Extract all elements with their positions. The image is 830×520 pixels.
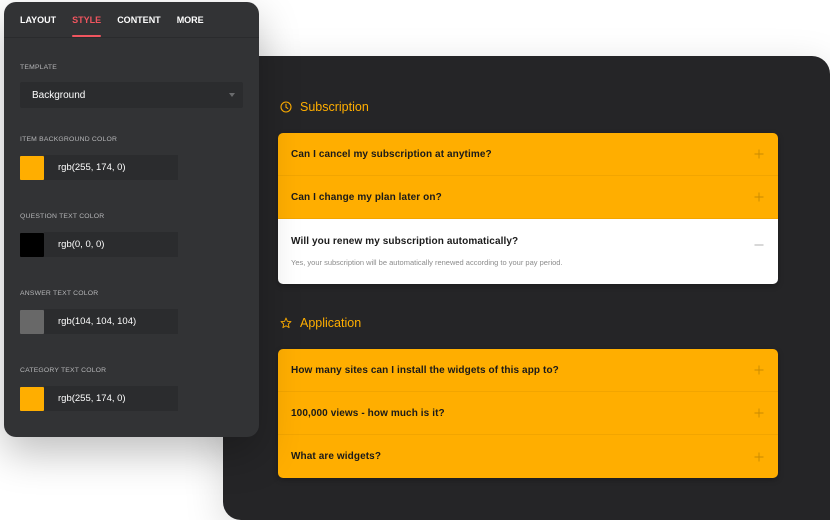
category-heading-subscription: Subscription — [280, 100, 369, 114]
plus-icon[interactable] — [754, 192, 764, 202]
color-swatch[interactable] — [20, 232, 44, 257]
item-background-color-field: rgb(255, 174, 0) — [20, 155, 178, 180]
question-text-color-field: rgb(0, 0, 0) — [20, 232, 178, 257]
clock-icon — [280, 101, 292, 113]
tab-layout[interactable]: LAYOUT — [20, 15, 56, 37]
minus-icon[interactable] — [754, 240, 764, 250]
plus-icon[interactable] — [754, 452, 764, 462]
plus-icon[interactable] — [754, 149, 764, 159]
category-title: Application — [300, 316, 362, 330]
color-value-input[interactable]: rgb(0, 0, 0) — [44, 232, 178, 257]
color-swatch[interactable] — [20, 386, 44, 411]
color-swatch[interactable] — [20, 155, 44, 180]
color-value-input[interactable]: rgb(104, 104, 104) — [44, 309, 178, 334]
faq-item-expanded[interactable]: Will you renew my subscription automatic… — [278, 219, 778, 284]
category-heading-application: Application — [280, 316, 361, 330]
faq-preview-panel: Subscription Can I cancel my subscriptio… — [223, 56, 830, 520]
tab-content[interactable]: CONTENT — [117, 15, 161, 37]
category-text-color-field: rgb(255, 174, 0) — [20, 386, 178, 411]
plus-icon[interactable] — [754, 408, 764, 418]
plus-icon[interactable] — [754, 365, 764, 375]
star-icon — [280, 317, 292, 329]
answer-text-color-field: rgb(104, 104, 104) — [20, 309, 178, 334]
caret-down-icon — [229, 93, 235, 97]
faq-item[interactable]: Can I change my plan later on? — [278, 176, 778, 219]
faq-item[interactable]: 100,000 views - how much is it? — [278, 392, 778, 435]
tab-style[interactable]: STYLE — [72, 15, 102, 37]
faq-question: Will you renew my subscription automatic… — [291, 236, 519, 247]
tab-more[interactable]: MORE — [177, 15, 204, 37]
faq-answer: Yes, your subscription will be automatic… — [291, 258, 563, 267]
faq-list-subscription: Can I cancel my subscription at anytime?… — [278, 133, 778, 284]
color-swatch[interactable] — [20, 309, 44, 334]
faq-item[interactable]: Can I cancel my subscription at anytime? — [278, 133, 778, 176]
category-title: Subscription — [300, 100, 369, 114]
template-value: Background — [32, 89, 86, 101]
faq-question: How many sites can I install the widgets… — [291, 364, 559, 376]
settings-tabs: LAYOUT STYLE CONTENT MORE — [4, 2, 259, 38]
category-text-color-label: CATEGORY TEXT COLOR — [20, 367, 107, 374]
item-background-color-label: ITEM BACKGROUND COLOR — [20, 136, 118, 143]
question-text-color-label: QUESTION TEXT COLOR — [20, 213, 105, 220]
faq-question: What are widgets? — [291, 451, 382, 462]
faq-item[interactable]: What are widgets? — [278, 435, 778, 478]
faq-item[interactable]: How many sites can I install the widgets… — [278, 349, 778, 392]
template-select[interactable]: Background — [20, 82, 243, 108]
faq-question: Can I cancel my subscription at anytime? — [291, 148, 492, 160]
template-label: TEMPLATE — [20, 64, 57, 71]
color-value-input[interactable]: rgb(255, 174, 0) — [44, 386, 178, 411]
answer-text-color-label: ANSWER TEXT COLOR — [20, 290, 99, 297]
faq-question: 100,000 views - how much is it? — [291, 407, 445, 419]
faq-question: Can I change my plan later on? — [291, 191, 442, 203]
settings-panel: LAYOUT STYLE CONTENT MORE TEMPLATE Backg… — [4, 2, 259, 437]
color-value-input[interactable]: rgb(255, 174, 0) — [44, 155, 178, 180]
faq-list-application: How many sites can I install the widgets… — [278, 349, 778, 478]
